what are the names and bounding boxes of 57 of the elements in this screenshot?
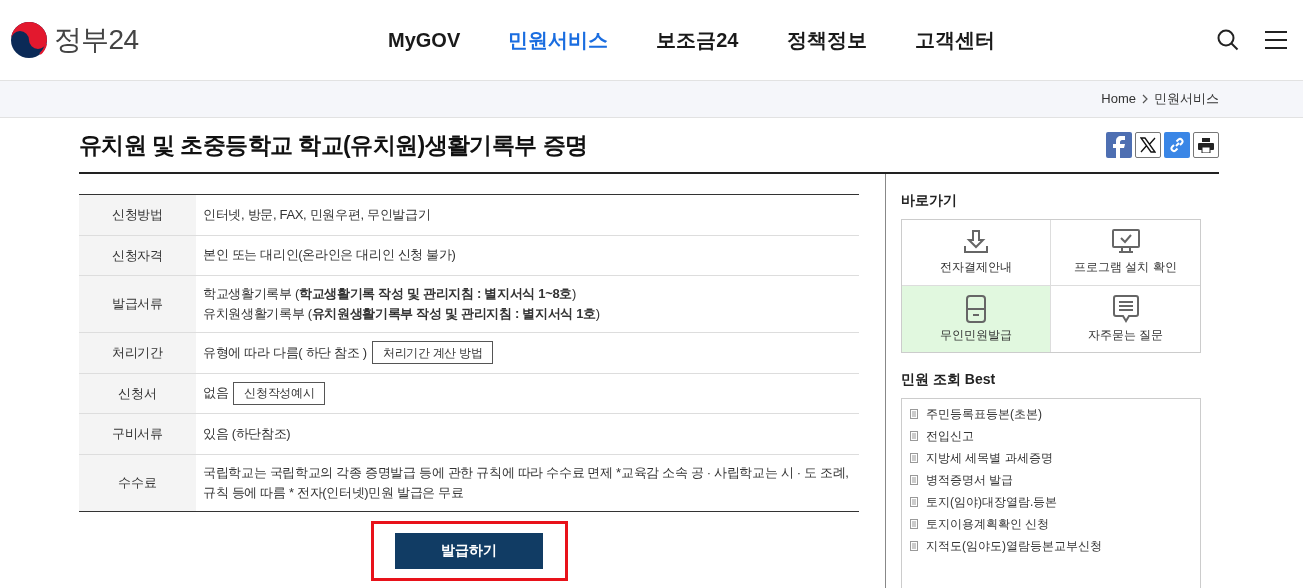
download-icon: [963, 229, 989, 255]
info-button[interactable]: 신청작성예시: [233, 381, 326, 405]
shortcut-tile[interactable]: 무인민원발급: [902, 286, 1051, 352]
best-list-item[interactable]: 지방세 세목별 과세증명: [910, 447, 1200, 469]
logo-icon: [10, 21, 48, 59]
link-icon[interactable]: [1164, 132, 1190, 158]
nav-link[interactable]: 정책정보: [786, 25, 867, 55]
table-cell-text: 국립학교는 국립학교의 각종 증명발급 등에 관한 규칙에 따라 수수료 면제 *교육감 소속 공 · 사립학교는 시 · 도 조례, 규칙 등에 따름 * 전자(인터넷)민원 발급은 무료: [203, 463, 850, 502]
table-cell-text: 없음: [203, 384, 229, 403]
best-list-item[interactable]: 주민등록표등본(초본): [910, 403, 1200, 425]
search-icon[interactable]: [1217, 29, 1239, 51]
table-header-cell: 신청서: [79, 373, 196, 414]
table-header-cell: 구비서류: [79, 413, 196, 454]
speech-bubble-icon: [1112, 294, 1139, 323]
table-header-cell: 처리기간: [79, 332, 196, 373]
nav-link[interactable]: 고객센터: [914, 25, 995, 55]
table-header-cell: 신청방법: [79, 194, 196, 235]
table-cell-text: 본인 또는 대리인(온라인은 대리인 신청 불가): [203, 246, 457, 265]
info-button[interactable]: 처리기간 계산 방법: [371, 341, 494, 365]
nav-link[interactable]: MyGOV: [388, 25, 461, 55]
breadcrumb-link[interactable]: 민원서비스: [1154, 89, 1219, 109]
document-icon: [910, 453, 918, 463]
document-icon: [910, 409, 918, 419]
page-title: 유치원 및 초중등학교 학교(유치원)생활기록부 증명: [79, 130, 588, 160]
table-cell-text: 유치원생활기록부 (유치원생활기록부 작성 및 관리지침 : 별지서식 1호): [203, 305, 601, 323]
document-icon: [910, 431, 918, 441]
document-icon: [910, 519, 918, 529]
x-logo-icon[interactable]: [1135, 132, 1161, 158]
best-list-item[interactable]: 전입신고: [910, 425, 1200, 447]
best-list-item[interactable]: 토지(임야)대장열람.등본: [910, 491, 1200, 513]
table-cell-text: 유형에 따라 다름( 하단 참조 ): [203, 343, 367, 362]
chevron-right-icon: [1142, 94, 1148, 104]
table-cell-text: 학교생활기록부 (학교생활기록 작성 및 관리지침 : 별지서식 1~8호): [203, 285, 577, 303]
menu-icon[interactable]: [1265, 31, 1287, 49]
best-list-item[interactable]: 지적도(임야도)열람등본교부신청: [910, 535, 1200, 557]
nav-link[interactable]: 보조금24: [656, 25, 739, 55]
document-icon: [910, 541, 918, 551]
table-header-cell: 신청자격: [79, 235, 196, 276]
shortcut-tile[interactable]: 전자결제안내: [902, 220, 1051, 286]
best-list-item[interactable]: 토지이용계획확인 신청: [910, 513, 1200, 535]
table-cell-text: 있음 (하단참조): [203, 424, 292, 443]
table-header-cell: 수수료: [79, 454, 196, 511]
document-icon: [910, 497, 918, 507]
table-cell-text: 인터넷, 방문, FAX, 민원우편, 무인발급기: [203, 205, 432, 224]
breadcrumb-link[interactable]: Home: [1101, 89, 1136, 109]
best-list-item[interactable]: 병적증명서 발급: [910, 469, 1200, 491]
document-icon: [910, 475, 918, 485]
nav-link[interactable]: 민원서비스: [508, 25, 609, 55]
kiosk-icon: [966, 294, 986, 323]
print-icon[interactable]: [1193, 132, 1219, 158]
section-title: 민원 조회 Best: [901, 370, 997, 389]
monitor-check-icon: [1111, 229, 1140, 255]
facebook-icon[interactable]: [1106, 132, 1132, 158]
issue-button[interactable]: 발급하기: [395, 532, 543, 569]
logo-text[interactable]: 정부24: [54, 19, 139, 61]
section-title: 바로가기: [901, 191, 958, 210]
table-header-cell: 발급서류: [79, 275, 196, 333]
